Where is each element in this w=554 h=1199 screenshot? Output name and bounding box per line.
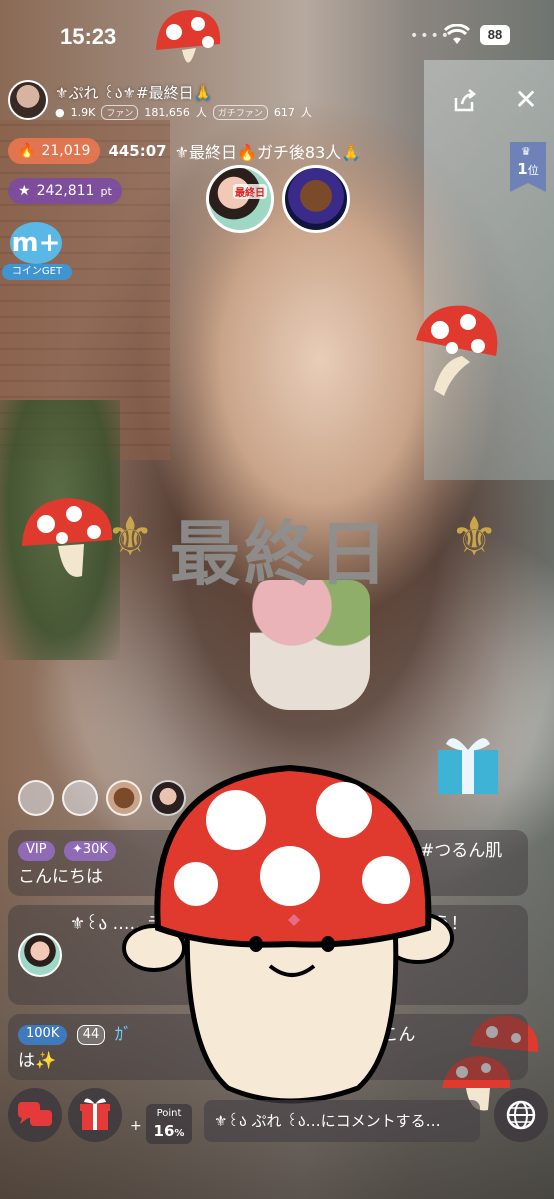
wifi-icon xyxy=(444,24,470,44)
battery-icon: 88 xyxy=(480,25,510,45)
viewers-count: 1.9K xyxy=(70,105,96,119)
gift-button[interactable] xyxy=(68,1088,122,1142)
rank-100k-badge: 100K xyxy=(18,1025,68,1045)
streamer-name[interactable]: ⚜ぷれ ꒰ა⚜#最終日🙏 xyxy=(55,82,212,103)
vip-badge: VIP xyxy=(18,841,55,861)
translate-button[interactable] xyxy=(494,1088,548,1142)
fan-unit: 人 xyxy=(195,106,207,119)
guest-avatar-1[interactable]: 最終日 xyxy=(206,165,274,233)
rank-number: 1 xyxy=(517,160,528,178)
viewer-avatar[interactable] xyxy=(62,780,98,816)
coin-icon: m+ xyxy=(10,222,62,264)
chat-bubble-icon xyxy=(18,1102,52,1126)
viewers-icon: ● xyxy=(55,105,65,119)
coin-get-button[interactable]: m+ コインGET xyxy=(0,222,74,284)
close-icon[interactable]: ✕ xyxy=(512,86,540,114)
point-label: Point xyxy=(156,1108,182,1119)
flame-icon: 🔥 xyxy=(18,143,36,159)
points-unit: pt xyxy=(100,184,112,198)
mushroom-sticker-icon xyxy=(156,10,221,63)
chat-toggle-button[interactable] xyxy=(8,1088,62,1142)
streamer-avatar[interactable] xyxy=(8,80,48,120)
gachi-fan-count: 617 xyxy=(273,105,295,119)
crown-icon: ♛ xyxy=(521,145,531,158)
status-time: 15:23 xyxy=(60,24,117,49)
stream-info-row: 🔥 21,019 445:07 ⚜最終日🔥ガチ後83人🙏 xyxy=(8,138,361,164)
flame-score: 21,019 xyxy=(41,143,91,159)
stream-title: ⚜最終日🔥ガチ後83人🙏 xyxy=(174,143,362,162)
point-value: 16 xyxy=(153,1122,175,1140)
fan-label: ファン xyxy=(101,104,139,120)
status-bar: 15:23 •••• 88 xyxy=(0,0,554,70)
plus-icon: + xyxy=(130,1118,142,1134)
center-title: 最終日 xyxy=(170,513,392,595)
coin-get-label: コインGET xyxy=(2,264,72,280)
guest-label: 最終日 xyxy=(233,184,267,199)
star-icon: ★ xyxy=(18,183,31,199)
rank-unit: 位 xyxy=(527,164,539,177)
streamer-stats: ● 1.9K ファン 181,656 人 ガチファン 617 人 xyxy=(55,104,312,120)
window xyxy=(424,60,554,480)
globe-icon xyxy=(506,1100,536,1130)
comment-input[interactable]: ⚜꒰ა ぷれ ꒰ა…にコメントする… xyxy=(204,1100,480,1142)
ice-cream-cup xyxy=(250,580,370,710)
mushroom-sticker-icon xyxy=(416,305,498,396)
viewer-avatar[interactable] xyxy=(18,780,54,816)
share-icon[interactable] xyxy=(452,88,478,114)
point-unit: % xyxy=(174,1128,185,1139)
points-value: 242,811 xyxy=(36,183,95,199)
rank-30k-badge: ✦30K xyxy=(63,841,116,861)
fleur-de-lis-icon: ⚜ xyxy=(450,505,499,568)
fan-count: 181,656 xyxy=(144,105,190,119)
gift-icon xyxy=(80,1098,110,1130)
point-indicator[interactable]: Point 16% xyxy=(146,1104,192,1144)
level-badge: 44 xyxy=(76,1025,106,1045)
point-value-row: 16% xyxy=(146,1121,192,1144)
stream-timer: 445:07 xyxy=(108,142,167,160)
gachi-fan-unit: 人 xyxy=(300,106,312,119)
guest-avatar-2[interactable] xyxy=(282,165,350,233)
flame-score-pill[interactable]: 🔥 21,019 xyxy=(8,138,101,164)
mushroom-character-sticker-icon xyxy=(122,764,454,1104)
chat-avatar xyxy=(18,933,62,977)
points-pill[interactable]: ★ 242,811 pt xyxy=(8,178,122,204)
mushroom-sticker-icon xyxy=(22,498,113,577)
gachi-fan-label: ガチファン xyxy=(212,104,268,120)
